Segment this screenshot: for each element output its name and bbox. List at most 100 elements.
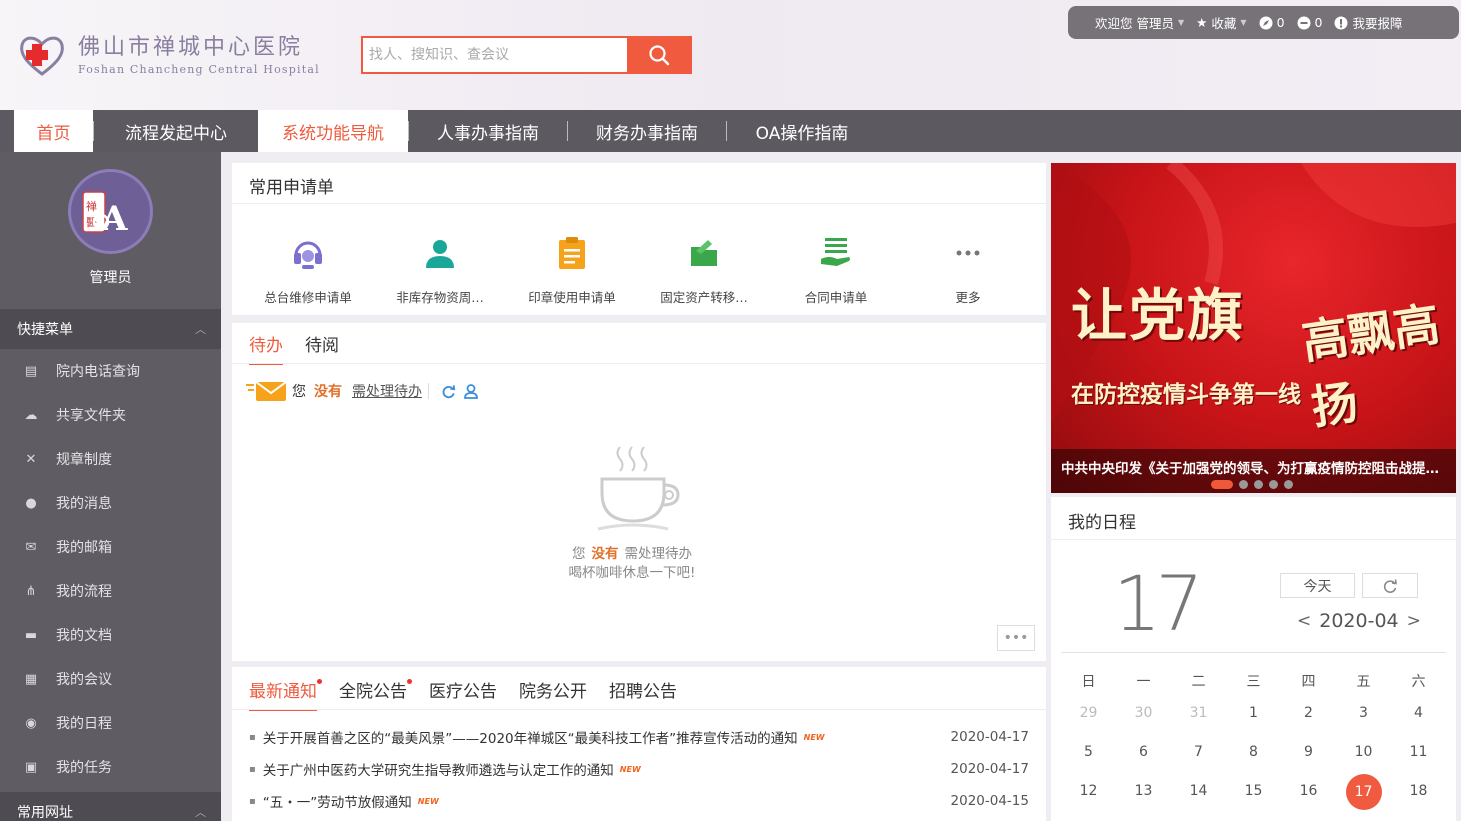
- tab-to-read[interactable]: 待阅: [305, 331, 339, 365]
- today-button[interactable]: 今天: [1280, 573, 1355, 598]
- carousel-dot[interactable]: [1269, 480, 1278, 489]
- sidebar-item-mailbox[interactable]: ✉ 我的邮箱: [0, 525, 221, 569]
- nav-home[interactable]: 首页: [14, 110, 93, 152]
- svg-text:禅: 禅: [86, 199, 97, 213]
- common-links-header[interactable]: 常用网址 ︿: [0, 792, 221, 821]
- app-contract-request[interactable]: 合同申请单: [770, 235, 902, 306]
- calendar-day[interactable]: 12: [1061, 774, 1116, 808]
- carousel-dot[interactable]: [1239, 480, 1248, 489]
- sidebar-item-documents[interactable]: ▬ 我的文档: [0, 613, 221, 657]
- nav-finance-guide-label: 财务办事指南: [596, 123, 698, 144]
- app-seal-usage[interactable]: 印章使用申请单: [506, 235, 638, 306]
- calendar-day[interactable]: 10: [1336, 735, 1391, 769]
- app-more[interactable]: 更多: [902, 235, 1034, 306]
- alert-icon: [1334, 16, 1348, 30]
- sidebar-item-messages[interactable]: ● 我的消息: [0, 481, 221, 525]
- app-repair-request[interactable]: 总台维修申请单: [242, 235, 374, 306]
- tab-affairs-public[interactable]: 院务公开: [519, 677, 587, 711]
- calendar-day[interactable]: 31: [1171, 696, 1226, 730]
- bullet-icon: ▪: [249, 795, 256, 807]
- more-icon: [902, 235, 1034, 271]
- avatar[interactable]: 禅 醫 A: [68, 169, 153, 254]
- app-non-stock-supplies[interactable]: 非库存物资周…: [374, 235, 506, 306]
- sidebar-item-workflows[interactable]: ⋔ 我的流程: [0, 569, 221, 613]
- news-title: 关于广州中医药大学研究生指导教师遴选与认定工作的通知: [262, 763, 614, 779]
- calendar-day[interactable]: 2: [1281, 696, 1336, 730]
- oa-logo-icon: 禅 醫 A: [81, 190, 128, 239]
- list-item[interactable]: ▪ “五・一”劳动节放假通知 NEW 2020-04-15: [249, 791, 1029, 811]
- calendar-day[interactable]: 8: [1226, 735, 1281, 769]
- todo-more-button[interactable]: •••: [997, 625, 1035, 651]
- calendar-day[interactable]: 6: [1116, 735, 1171, 769]
- calendar-day[interactable]: 1: [1226, 696, 1281, 730]
- sidebar-item-schedule[interactable]: ◉ 我的日程: [0, 701, 221, 745]
- list-item[interactable]: ▪ 关于广州中医药大学研究生指导教师遴选与认定工作的通知 NEW 2020-04…: [249, 759, 1029, 779]
- user-filter-icon[interactable]: [464, 383, 478, 399]
- count-b: 0: [1314, 15, 1323, 30]
- sidebar-item-regulations[interactable]: ✕ 规章制度: [0, 437, 221, 481]
- calendar-day[interactable]: 5: [1061, 735, 1116, 769]
- carousel-dot[interactable]: [1254, 480, 1263, 489]
- banner-caption[interactable]: 中共中央印发《关于加强党的领导、为打赢疫情防控阻击战提供坚强政治保证的通知》: [1061, 457, 1451, 477]
- calendar-week: 12 13 14 15 16 17 18: [1061, 774, 1446, 810]
- weekday-label: 六: [1411, 674, 1426, 690]
- quick-menu-title: 快捷菜单: [17, 322, 73, 338]
- hospital-logo[interactable]: 佛山市禅城中心医院 Foshan Chancheng Central Hospi…: [18, 32, 320, 78]
- calendar-day[interactable]: 29: [1061, 696, 1116, 730]
- nav-oa-guide-label: OA操作指南: [755, 123, 849, 144]
- carousel-dot[interactable]: [1211, 480, 1233, 489]
- calendar-day[interactable]: 16: [1281, 774, 1336, 808]
- tab-latest-notices[interactable]: 最新通知: [249, 677, 322, 711]
- search-icon: [648, 45, 669, 66]
- nav-process-center[interactable]: 流程发起中心: [94, 110, 258, 152]
- prev-month-button[interactable]: <: [1297, 611, 1311, 631]
- calendar-day[interactable]: 3: [1336, 696, 1391, 730]
- carousel-dot[interactable]: [1284, 480, 1293, 489]
- tab-medical-announcements[interactable]: 医疗公告: [429, 677, 497, 711]
- empty-state: 您没有 需处理待办 喝杯咖啡休息一下吧!: [547, 443, 717, 583]
- calendar-day[interactable]: 15: [1226, 774, 1281, 808]
- notification-count-a[interactable]: 0: [1259, 15, 1285, 30]
- notification-count-b[interactable]: 0: [1297, 15, 1323, 30]
- calendar-day-selected[interactable]: 17: [1336, 774, 1391, 810]
- sidebar-item-shared-folder[interactable]: ☁ 共享文件夹: [0, 393, 221, 437]
- calendar-day[interactable]: 14: [1171, 774, 1226, 808]
- tab-recruitment[interactable]: 招聘公告: [609, 677, 677, 711]
- calendar-day[interactable]: 13: [1116, 774, 1171, 808]
- quick-menu-header[interactable]: 快捷菜单 ︿: [0, 309, 221, 349]
- sidebar-item-phone-directory[interactable]: ▤ 院内电话查询: [0, 349, 221, 393]
- tab-label: 全院公告: [339, 682, 407, 702]
- nav-finance-guide[interactable]: 财务办事指南: [568, 110, 726, 152]
- calendar-day[interactable]: 18: [1391, 774, 1446, 808]
- sidebar-item-meetings[interactable]: ▦ 我的会议: [0, 657, 221, 701]
- calendar-day[interactable]: 4: [1391, 696, 1446, 730]
- tab-todo[interactable]: 待办: [249, 331, 283, 365]
- weekday-label: 二: [1191, 674, 1206, 690]
- favorites-menu[interactable]: ★ 收藏 ▼: [1196, 13, 1246, 32]
- weekday-label: 日: [1081, 674, 1096, 690]
- calendar-day[interactable]: 9: [1281, 735, 1336, 769]
- search-button[interactable]: [627, 38, 690, 72]
- top-user-bar: 欢迎您 管理员 ▼ ★ 收藏 ▼ 0 0 我要报障: [1068, 6, 1459, 39]
- refresh-icon[interactable]: [441, 384, 456, 399]
- sidebar-item-tasks[interactable]: ▣ 我的任务: [0, 745, 221, 789]
- calendar-day[interactable]: 11: [1391, 735, 1446, 769]
- nav-oa-guide[interactable]: OA操作指南: [727, 110, 877, 152]
- search-input[interactable]: [363, 38, 627, 72]
- nav-system-functions[interactable]: 系统功能导航: [258, 110, 408, 152]
- carousel-dots: [1211, 480, 1293, 489]
- todo-pending-link[interactable]: 需处理待办: [352, 381, 422, 401]
- report-issue-button[interactable]: 我要报障: [1334, 13, 1402, 32]
- nav-hr-guide[interactable]: 人事办事指南: [409, 110, 567, 152]
- calendar-refresh-button[interactable]: [1362, 573, 1418, 598]
- calendar-day[interactable]: 7: [1171, 735, 1226, 769]
- tab-hospital-announcements[interactable]: 全院公告: [339, 677, 412, 711]
- next-month-button[interactable]: >: [1407, 611, 1421, 631]
- user-menu[interactable]: 欢迎您 管理员 ▼: [1095, 13, 1184, 32]
- list-item[interactable]: ▪ 关于开展首善之区的“最美风景”——2020年禅城区“最美科技工作者”推荐宣传…: [249, 727, 1029, 747]
- calendar-day[interactable]: 30: [1116, 696, 1171, 730]
- news-carousel[interactable]: 让党旗 高飘高扬 在防控疫情斗争第一线 中共中央印发《关于加强党的领导、为打赢疫…: [1051, 163, 1456, 493]
- app-asset-transfer[interactable]: 固定资产转移…: [638, 235, 770, 306]
- sidebar-item-label: 我的会议: [56, 672, 112, 688]
- tab-label: 医疗公告: [429, 682, 497, 702]
